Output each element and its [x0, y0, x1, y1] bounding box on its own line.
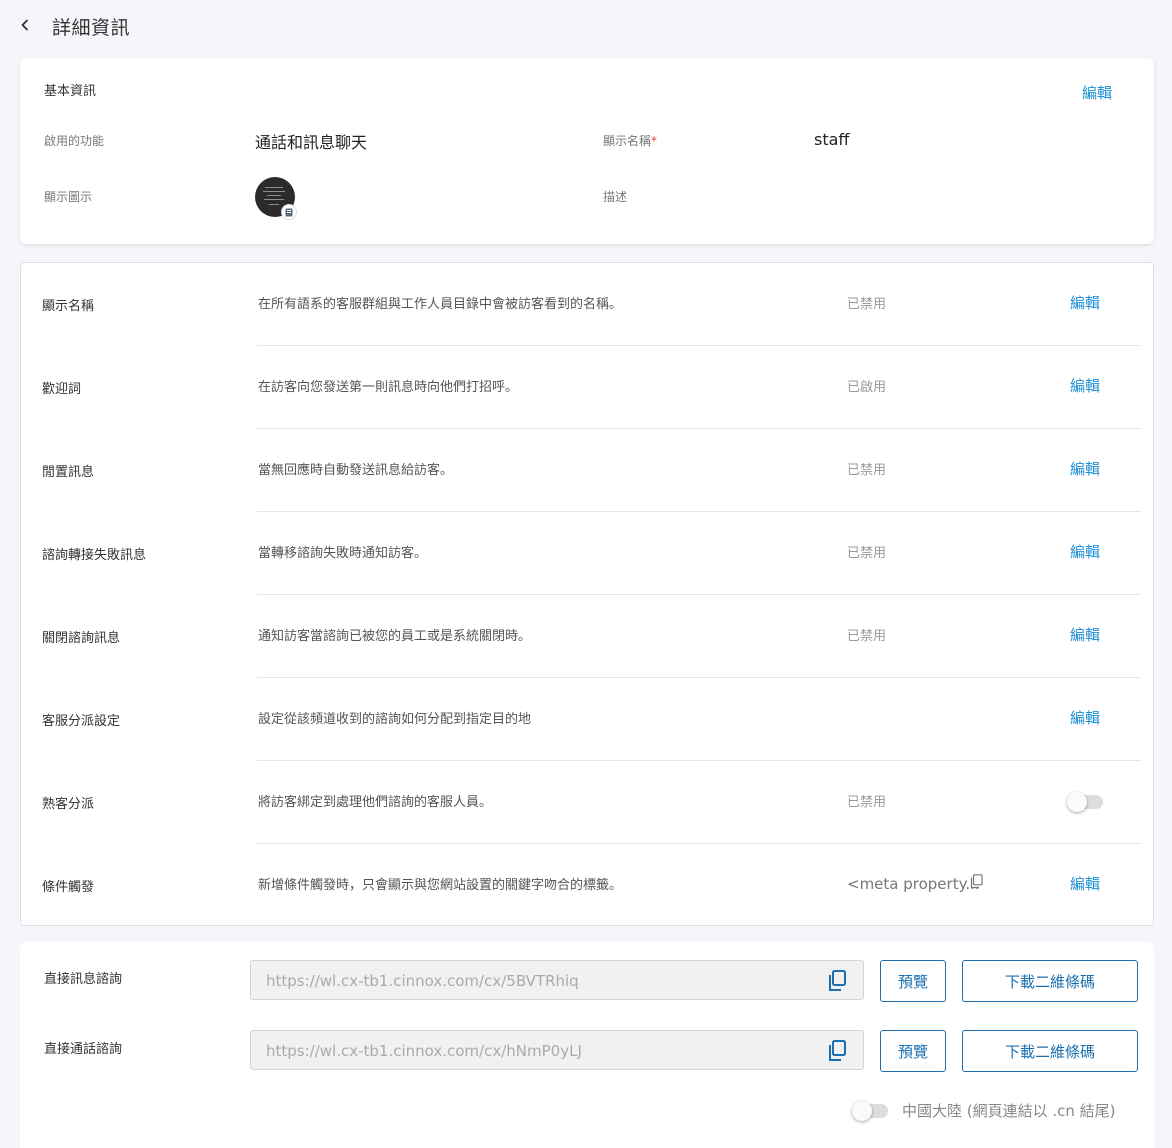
direct-links-card: 直接訊息諮詢 https://wl.cx-tb1.cinnox.com/cx/5… — [20, 942, 1154, 1148]
settings-row-sticky-routing: 熟客分派 將訪客綁定到處理他們諮詢的客服人員。 已禁用 — [21, 761, 1153, 844]
row-description: 將訪客綁定到處理他們諮詢的客服人員。 — [258, 795, 493, 810]
required-mark: * — [651, 134, 658, 148]
direct-message-url: https://wl.cx-tb1.cinnox.com/cx/5BVTRhiq — [266, 972, 579, 990]
china-domain-label: 中國大陸 (網頁連結以 .cn 結尾) — [902, 1102, 1116, 1120]
basic-info-card: 基本資訊 編輯 啟用的功能 通話和訊息聊天 顯示名稱* staff 顯示圖示 描… — [20, 58, 1154, 244]
row-label: 客服分派設定 — [42, 714, 121, 729]
row-status: 已禁用 — [847, 629, 887, 644]
page-title: 詳細資訊 — [52, 17, 131, 39]
direct-call-download-qr-button[interactable]: 下載二維條碼 — [962, 1030, 1138, 1072]
row-label: 條件觸發 — [42, 880, 95, 895]
row-description: 在所有語系的客服群組與工作人員目錄中會被訪客看到的名稱。 — [258, 297, 623, 312]
row-status: 已禁用 — [847, 795, 887, 810]
row-status: 已禁用 — [847, 463, 887, 478]
copy-icon[interactable] — [827, 970, 847, 996]
row-description: 通知訪客當諮詢已被您的員工或是系統關閉時。 — [258, 629, 532, 644]
row-label: 歡迎詞 — [42, 382, 82, 397]
chevron-left-icon — [21, 19, 28, 31]
row-label: 關閉諮詢訊息 — [42, 631, 121, 646]
display-name-label: 顯示名稱* — [603, 134, 658, 148]
row-status: 已啟用 — [847, 380, 887, 395]
row-label: 閒置訊息 — [42, 465, 95, 480]
direct-message-download-qr-button[interactable]: 下載二維條碼 — [962, 960, 1138, 1002]
row-edit-button[interactable]: 編輯 — [1070, 458, 1100, 479]
settings-row-idle-message: 閒置訊息 當無回應時自動發送訊息給訪客。 已禁用 編輯 — [21, 429, 1153, 512]
row-label: 熟客分派 — [42, 797, 95, 812]
row-label: 諮詢轉接失敗訊息 — [42, 548, 147, 563]
row-label: 顯示名稱 — [42, 299, 95, 314]
enabled-features-label: 啟用的功能 — [44, 134, 105, 148]
settings-row-greeting: 歡迎詞 在訪客向您發送第一則訊息時向他們打招呼。 已啟用 編輯 — [21, 346, 1153, 429]
copy-icon[interactable] — [827, 1040, 847, 1066]
row-status: 已禁用 — [847, 297, 887, 312]
settings-row-routing: 客服分派設定 設定從該頻道收到的諮詢如何分配到指定目的地 編輯 — [21, 678, 1153, 761]
direct-message-label: 直接訊息諮詢 — [44, 972, 123, 987]
page-header: 詳細資訊 — [0, 0, 1172, 54]
row-edit-button[interactable]: 編輯 — [1070, 624, 1100, 645]
direct-message-url-field[interactable]: https://wl.cx-tb1.cinnox.com/cx/5BVTRhiq — [250, 960, 864, 1000]
settings-row-close-message: 關閉諮詢訊息 通知訪客當諮詢已被您的員工或是系統關閉時。 已禁用 編輯 — [21, 595, 1153, 678]
direct-message-preview-button[interactable]: 預覽 — [880, 960, 946, 1002]
sticky-routing-toggle[interactable] — [1067, 792, 1103, 812]
row-edit-button[interactable]: 編輯 — [1070, 873, 1100, 894]
row-status: 已禁用 — [847, 546, 887, 561]
row-edit-button[interactable]: 編輯 — [1070, 541, 1100, 562]
direct-call-url-field[interactable]: https://wl.cx-tb1.cinnox.com/cx/hNmP0yLJ — [250, 1030, 864, 1070]
description-label: 描述 — [603, 190, 628, 204]
row-description: 當無回應時自動發送訊息給訪客。 — [258, 463, 454, 478]
toggle-knob — [852, 1101, 872, 1121]
settings-row-transfer-failed: 諮詢轉接失敗訊息 當轉移諮詢失敗時通知訪客。 已禁用 編輯 — [21, 512, 1153, 595]
back-button[interactable] — [14, 14, 36, 36]
display-name-value: staff — [814, 130, 850, 149]
row-description: 當轉移諮詢失敗時通知訪客。 — [258, 546, 428, 561]
row-edit-button[interactable]: 編輯 — [1070, 375, 1100, 396]
trigger-meta-value: <meta property... — [847, 875, 980, 893]
row-description: 設定從該頻道收到的諮詢如何分配到指定目的地 — [258, 712, 532, 727]
china-domain-toggle[interactable] — [852, 1101, 888, 1121]
display-icon-label: 顯示圖示 — [44, 190, 93, 204]
avatar-channel-badge-icon — [281, 204, 297, 220]
row-description: 新增條件觸發時，只會顯示與您網站設置的關鍵字吻合的標籤。 — [258, 878, 623, 893]
channel-settings-card: 顯示名稱 在所有語系的客服群組與工作人員目錄中會被訪客看到的名稱。 已禁用 編輯… — [20, 262, 1154, 926]
settings-row-display-name: 顯示名稱 在所有語系的客服群組與工作人員目錄中會被訪客看到的名稱。 已禁用 編輯 — [21, 263, 1153, 346]
direct-call-preview-button[interactable]: 預覽 — [880, 1030, 946, 1072]
direct-call-label: 直接通話諮詢 — [44, 1042, 123, 1057]
direct-call-url: https://wl.cx-tb1.cinnox.com/cx/hNmP0yLJ — [266, 1042, 582, 1060]
copy-icon[interactable] — [969, 874, 983, 893]
row-description: 在訪客向您發送第一則訊息時向他們打招呼。 — [258, 380, 519, 395]
enabled-features-value: 通話和訊息聊天 — [255, 133, 368, 152]
settings-row-triggers: 條件觸發 新增條件觸發時，只會顯示與您網站設置的關鍵字吻合的標籤。 <meta … — [21, 844, 1153, 927]
basic-info-edit-button[interactable]: 編輯 — [1082, 82, 1112, 103]
row-edit-button[interactable]: 編輯 — [1070, 707, 1100, 728]
basic-info-title: 基本資訊 — [44, 84, 97, 99]
row-edit-button[interactable]: 編輯 — [1070, 292, 1100, 313]
toggle-knob — [1067, 792, 1087, 812]
